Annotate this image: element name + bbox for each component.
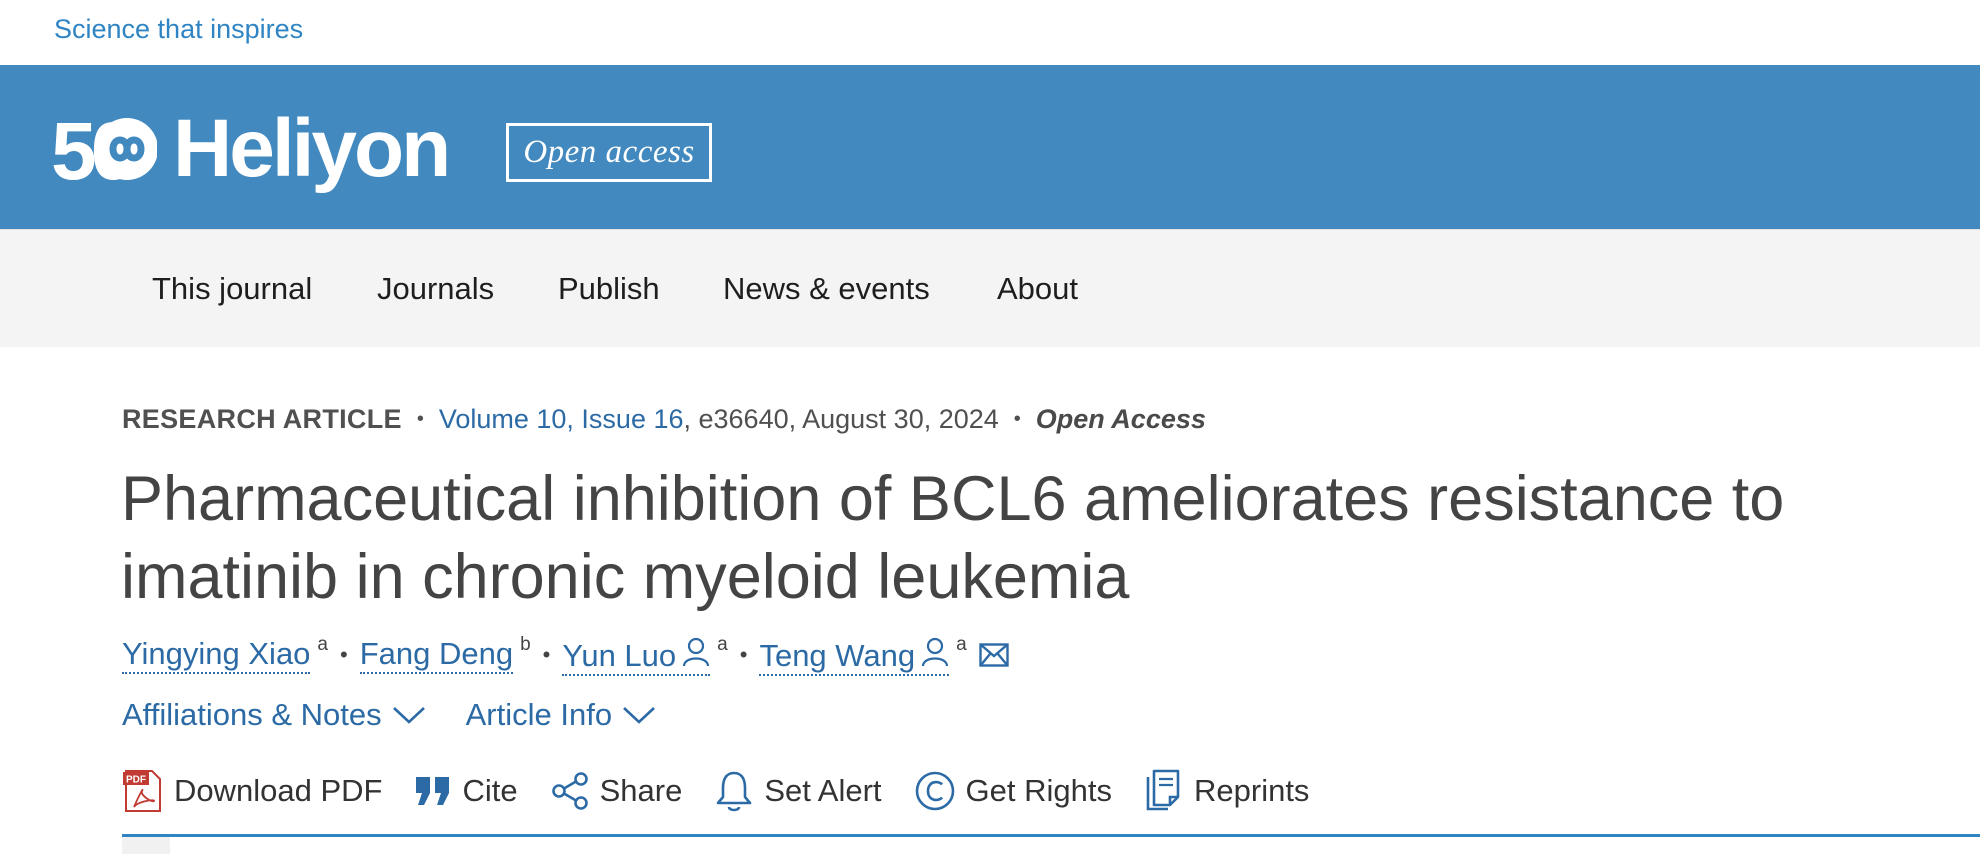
share-button[interactable]: Share xyxy=(550,771,683,811)
logo-wordmark: Heliyon xyxy=(173,103,451,194)
copyright-icon xyxy=(915,771,954,811)
cite-label: Cite xyxy=(462,773,518,808)
share-icon xyxy=(551,772,588,810)
author-separator: • xyxy=(340,642,348,667)
author-link[interactable]: Teng Wang xyxy=(759,634,950,676)
get-rights-button[interactable]: Get Rights xyxy=(914,770,1112,812)
affiliation-marker: a xyxy=(717,634,728,655)
reprints-button[interactable]: Reprints xyxy=(1144,769,1309,813)
svg-text:PDF: PDF xyxy=(126,775,146,786)
meta-separator: • xyxy=(416,408,424,430)
bell-icon xyxy=(717,771,752,812)
open-access-label: Open Access xyxy=(1035,404,1206,434)
nav-news-events[interactable]: News & events xyxy=(723,230,930,348)
article-type: RESEARCH ARTICLE xyxy=(122,404,402,434)
set-alert-button[interactable]: Set Alert xyxy=(714,770,882,812)
expander-label: Article Info xyxy=(465,697,613,732)
nav-this-journal[interactable]: This journal xyxy=(152,230,312,348)
quote-icon xyxy=(416,777,450,805)
nav-about[interactable]: About xyxy=(997,230,1078,348)
reprints-label: Reprints xyxy=(1194,773,1310,808)
article-id-date: , e36640, August 30, 2024 xyxy=(683,404,999,434)
affiliations-notes-toggle[interactable]: Affiliations & Notes xyxy=(122,697,426,733)
primary-nav: This journal Journals Publish News & eve… xyxy=(0,229,1980,347)
set-alert-label: Set Alert xyxy=(764,773,882,808)
heliyon-logo[interactable]: 50 Heliyon xyxy=(51,103,451,197)
author-link[interactable]: Yingying Xiao xyxy=(122,636,311,674)
share-label: Share xyxy=(599,773,683,808)
volume-issue-link[interactable]: Volume 10, Issue 16 xyxy=(439,404,684,435)
author-list: Yingying Xiao a • Fang Deng b • Yun Luo a •… xyxy=(122,634,1009,676)
toolbar-divider xyxy=(122,834,1980,837)
get-rights-label: Get Rights xyxy=(965,773,1112,808)
article-toolbar: PDF Download PDF Cite Share Set Alert Ge… xyxy=(122,766,1309,816)
affiliation-marker: a xyxy=(317,634,328,655)
meta-separator: • xyxy=(1013,408,1021,430)
chevron-down-icon xyxy=(623,707,655,724)
cite-button[interactable]: Cite xyxy=(414,773,518,809)
person-icon xyxy=(922,637,949,667)
nav-journals[interactable]: Journals xyxy=(377,230,494,348)
open-access-badge: Open access xyxy=(506,123,712,182)
pdf-icon: PDF xyxy=(123,770,161,812)
article-meta: RESEARCH ARTICLE • Volume 10, Issue 16, … xyxy=(122,404,1206,435)
affiliation-marker: b xyxy=(520,634,531,655)
chevron-down-icon xyxy=(392,707,425,724)
reprints-icon xyxy=(1146,769,1180,811)
download-pdf-button[interactable]: PDF Download PDF xyxy=(122,769,382,813)
brand-header: 50 Heliyon Open access xyxy=(0,65,1980,229)
author-separator: • xyxy=(542,642,551,667)
author-separator: • xyxy=(739,642,748,667)
download-pdf-label: Download PDF xyxy=(174,773,383,808)
article-info-toggle[interactable]: Article Info xyxy=(466,697,656,733)
affiliation-marker: a xyxy=(956,634,967,655)
tagline-link[interactable]: Science that inspires xyxy=(54,14,303,45)
mail-icon[interactable] xyxy=(979,643,1009,667)
author-link[interactable]: Yun Luo xyxy=(562,634,711,676)
author-link[interactable]: Fang Deng xyxy=(359,636,514,674)
expander-label: Affiliations & Notes xyxy=(122,697,382,732)
article-expanders: Affiliations & Notes Article Info xyxy=(122,697,656,733)
nav-publish[interactable]: Publish xyxy=(558,230,660,348)
sidebar-tab-edge xyxy=(122,837,170,854)
anniversary-50-mark: 50 xyxy=(51,106,158,197)
person-icon xyxy=(683,637,710,667)
article-title: Pharmaceutical inhibition of BCL6 amelio… xyxy=(121,464,1785,612)
